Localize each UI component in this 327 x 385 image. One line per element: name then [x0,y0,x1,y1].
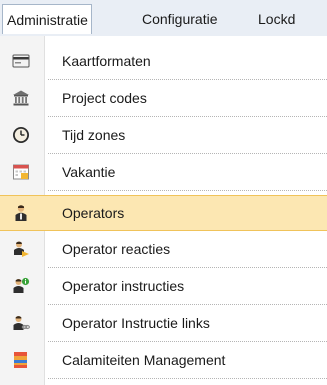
menu-item-label: Kaartformaten [62,53,151,69]
menu-item-project-codes[interactable]: Project codes [0,80,327,116]
card-format-icon [12,52,30,70]
calendar-icon [12,163,30,181]
menu-item-label: Project codes [62,90,147,106]
menu-item-label: Operators [62,205,125,221]
menu-item-calamiteiten-management[interactable]: Calamiteiten Management [0,342,327,378]
operator-icon [12,204,30,222]
menu-item-vakantie[interactable]: Vakantie [0,154,327,190]
menu-item-operator-instructie-links[interactable]: Operator Instructie links [0,305,327,341]
operator-reaction-icon [12,240,30,258]
calamity-management-icon [12,351,30,369]
menu-item-label: Operator instructies [62,278,185,294]
administratie-dropdown-menu: Kaartformaten Project codes Tijd zones V… [0,36,327,385]
menu-separator [48,378,327,379]
clock-icon [12,126,30,144]
menu-administratie[interactable]: Administratie [2,4,92,34]
menu-lockdown[interactable]: Lockd [258,10,327,28]
menu-item-label: Operator reacties [62,241,171,257]
menu-item-label: Operator Instructie links [62,315,210,331]
menu-item-label: Calamiteiten Management [62,352,226,368]
menu-item-kaartformaten[interactable]: Kaartformaten [0,43,327,79]
menu-item-label: Vakantie [62,164,116,180]
menu-separator [48,190,327,191]
menu-configuratie[interactable]: Configuratie [142,10,218,28]
bank-building-icon [12,89,30,107]
operator-instruction-link-icon [12,314,31,332]
menu-bar: Administratie Configuratie Lockd [0,0,327,37]
operator-instruction-icon [12,277,30,295]
menu-item-tijd-zones[interactable]: Tijd zones [0,117,327,153]
menu-item-operators[interactable]: Operators [0,195,327,231]
menu-item-operator-reacties[interactable]: Operator reacties [0,231,327,267]
menu-item-label: Tijd zones [62,127,126,143]
menu-item-operator-instructies[interactable]: Operator instructies [0,268,327,304]
